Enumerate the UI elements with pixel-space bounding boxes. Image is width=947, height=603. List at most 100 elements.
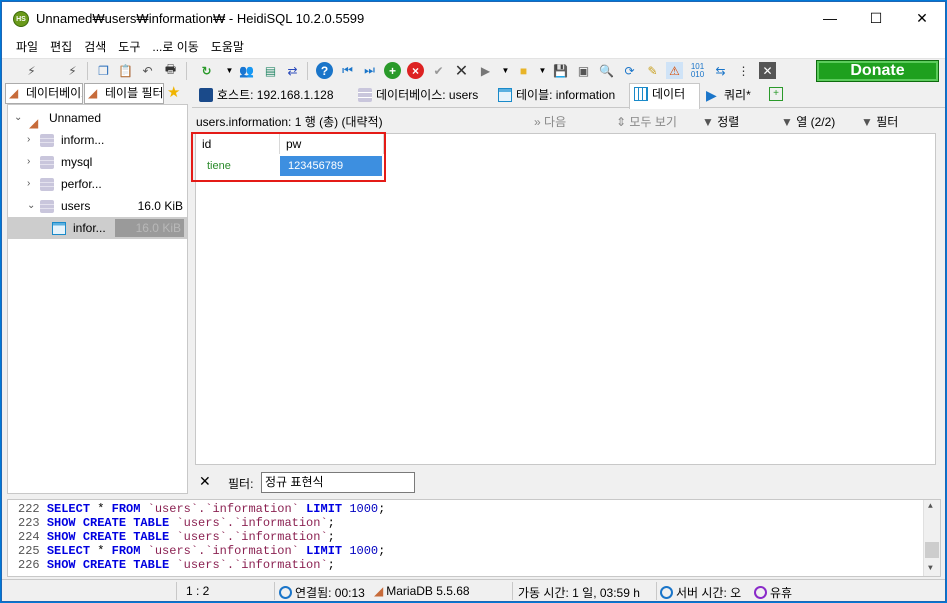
play-icon: ▶ bbox=[706, 87, 717, 103]
sort-button[interactable]: ▼ 정렬 bbox=[702, 113, 739, 130]
post-icon[interactable]: ✔ bbox=[430, 62, 447, 79]
menu-file[interactable]: 파일 bbox=[10, 38, 44, 55]
cancel-icon[interactable]: ✕ bbox=[453, 62, 470, 80]
open-dropdown-icon[interactable]: ▼ bbox=[534, 62, 551, 79]
help-icon[interactable]: ? bbox=[316, 62, 333, 79]
collapse-arrow-icon[interactable]: ⌄ bbox=[27, 195, 35, 217]
menu-help[interactable]: 도움말 bbox=[205, 38, 250, 55]
collapse-arrow-icon[interactable]: ⌄ bbox=[14, 107, 22, 129]
connected-time: 연결됨: 00:13 bbox=[279, 584, 365, 601]
window-title: Unnamed₩users₩information₩ - HeidiSQL 10… bbox=[36, 11, 365, 26]
tab-query[interactable]: ▶ 쿼리* bbox=[702, 85, 751, 107]
menu-search[interactable]: 검색 bbox=[78, 38, 112, 55]
favorites-star-icon[interactable]: ★ bbox=[167, 83, 180, 101]
log-line: 223 SHOW CREATE TABLE `users`.`informati… bbox=[8, 516, 940, 530]
clear-icon[interactable]: ✎ bbox=[644, 62, 661, 79]
data-grid: id pw tiene 123456789 bbox=[195, 133, 936, 465]
tree-item-mysql[interactable]: › mysql bbox=[8, 151, 187, 173]
delete-row-icon[interactable]: × bbox=[407, 62, 424, 79]
scroll-up-icon[interactable]: ▲ bbox=[928, 502, 933, 511]
filter-panel: ✕ 필터: 정규 표현식 bbox=[192, 469, 945, 495]
menu-goto[interactable]: ...로 이동 bbox=[146, 38, 204, 55]
filter-button[interactable]: ▼ 필터 bbox=[861, 113, 898, 130]
log-token: ; bbox=[378, 544, 386, 558]
scroll-down-icon[interactable]: ▼ bbox=[928, 564, 933, 573]
replace-icon[interactable]: ⟳ bbox=[621, 62, 638, 79]
expand-arrow-icon[interactable]: › bbox=[27, 173, 30, 195]
tree-item-information-schema[interactable]: › inform... bbox=[8, 129, 187, 151]
log-line-number: 224 bbox=[18, 530, 40, 544]
donate-button[interactable]: Donate bbox=[816, 60, 939, 82]
tab-table[interactable]: 테이블: information bbox=[494, 85, 615, 107]
new-query-tab-icon[interactable]: + bbox=[769, 87, 783, 101]
close-button[interactable]: ✕ bbox=[899, 2, 945, 34]
heidisql-window: HS Unnamed₩users₩information₩ - HeidiSQL… bbox=[1, 1, 946, 602]
sync-icon[interactable]: ⇄ bbox=[284, 62, 301, 79]
tree-item-information-table[interactable]: infor... 16.0 KiB bbox=[8, 217, 187, 239]
database-filter-tab[interactable]: ◢ 데이터베이스 bbox=[5, 83, 83, 104]
binary-icon[interactable]: 101 010 bbox=[689, 62, 706, 79]
filter-label: 필터 bbox=[876, 115, 899, 129]
scroll-thumb[interactable] bbox=[925, 542, 939, 558]
database-icon bbox=[40, 178, 54, 191]
tree-item-unnamed[interactable]: ⌄ ◢ Unnamed bbox=[8, 107, 187, 130]
tree-item-performance-schema[interactable]: › perfor... bbox=[8, 173, 187, 195]
print-icon[interactable]: 🖶 bbox=[162, 62, 179, 79]
log-token: SHOW CREATE TABLE bbox=[46, 530, 170, 544]
close-filter-icon[interactable]: ✕ bbox=[199, 473, 211, 490]
show-all-button[interactable]: ⇕ 모두 보기 bbox=[616, 113, 677, 130]
connect-plug-icon[interactable]: ⚡ bbox=[23, 62, 40, 79]
user-manager-icon[interactable]: 👥 bbox=[238, 62, 255, 79]
minimize-button[interactable]: — bbox=[807, 2, 853, 34]
disconnect-plug-icon[interactable]: ⚡ bbox=[64, 62, 81, 79]
menu-tools[interactable]: 도구 bbox=[112, 38, 146, 55]
filter-input[interactable]: 정규 표현식 bbox=[261, 472, 415, 493]
refresh-dropdown-icon[interactable]: ▼ bbox=[221, 62, 238, 79]
tab-host[interactable]: 호스트: 192.168.1.128 bbox=[195, 85, 334, 107]
next-button[interactable]: » 다음 bbox=[534, 113, 566, 130]
expand-arrow-icon[interactable]: › bbox=[27, 129, 30, 151]
log-line-number: 223 bbox=[18, 516, 40, 530]
tree-item-users[interactable]: ⌄ users 16.0 KiB bbox=[8, 195, 187, 217]
more-icon[interactable]: ⋮ bbox=[735, 62, 752, 79]
database-icon bbox=[40, 200, 54, 213]
close-tab-icon[interactable]: ✕ bbox=[759, 62, 776, 79]
last-record-icon[interactable]: ⏭ bbox=[361, 62, 378, 79]
first-record-icon[interactable]: ⏮ bbox=[339, 62, 356, 79]
open-folder-icon[interactable]: ■ bbox=[515, 62, 532, 79]
log-token: LIMIT bbox=[306, 502, 343, 516]
log-token: 1000 bbox=[349, 544, 379, 558]
tree-item-label: perfor... bbox=[61, 177, 102, 191]
show-all-arrows-icon: ⇕ bbox=[616, 115, 627, 129]
execute-dropdown-icon[interactable]: ▼ bbox=[497, 62, 514, 79]
expand-arrow-icon[interactable]: › bbox=[27, 151, 30, 173]
copy-icon[interactable]: ❐ bbox=[95, 62, 112, 79]
table-filter-tab[interactable]: ◢ 테이블 필터 bbox=[84, 83, 164, 104]
tab-data[interactable]: 데이터 bbox=[629, 83, 700, 109]
find-icon[interactable]: 🔍 bbox=[598, 62, 615, 79]
paste-icon[interactable]: 📋 bbox=[117, 62, 134, 79]
log-token: 1000 bbox=[349, 502, 379, 516]
tab-database[interactable]: 데이터베이스: users bbox=[354, 85, 478, 107]
word-wrap-icon[interactable]: ⇆ bbox=[712, 62, 729, 79]
warning-icon[interactable]: ⚠ bbox=[666, 62, 683, 79]
refresh-icon[interactable]: ↻ bbox=[198, 62, 215, 79]
add-row-icon[interactable]: + bbox=[384, 62, 401, 79]
menu-edit[interactable]: 편집 bbox=[44, 38, 78, 55]
toolbar-separator bbox=[87, 62, 88, 80]
export-icon[interactable]: ▤ bbox=[262, 62, 279, 79]
save-icon[interactable]: 💾 bbox=[552, 62, 569, 79]
log-token: ; bbox=[327, 530, 335, 544]
tree-item-label: Unnamed bbox=[49, 111, 102, 125]
maximize-button[interactable]: ☐ bbox=[853, 2, 899, 34]
table-filter-label: 테이블 필터 bbox=[105, 86, 164, 100]
save-snippet-icon[interactable]: ▣ bbox=[575, 62, 592, 79]
toolbar-separator bbox=[186, 62, 187, 80]
undo-icon[interactable]: ↶ bbox=[139, 62, 156, 79]
status-separator bbox=[656, 582, 657, 600]
log-scrollbar[interactable]: ▲ ▼ bbox=[923, 500, 940, 576]
status-separator bbox=[176, 582, 177, 600]
columns-button[interactable]: ▼ 열 (2/2) bbox=[781, 113, 835, 130]
idle-label: 유휴 bbox=[770, 586, 793, 600]
execute-icon[interactable]: ▶ bbox=[477, 62, 494, 79]
